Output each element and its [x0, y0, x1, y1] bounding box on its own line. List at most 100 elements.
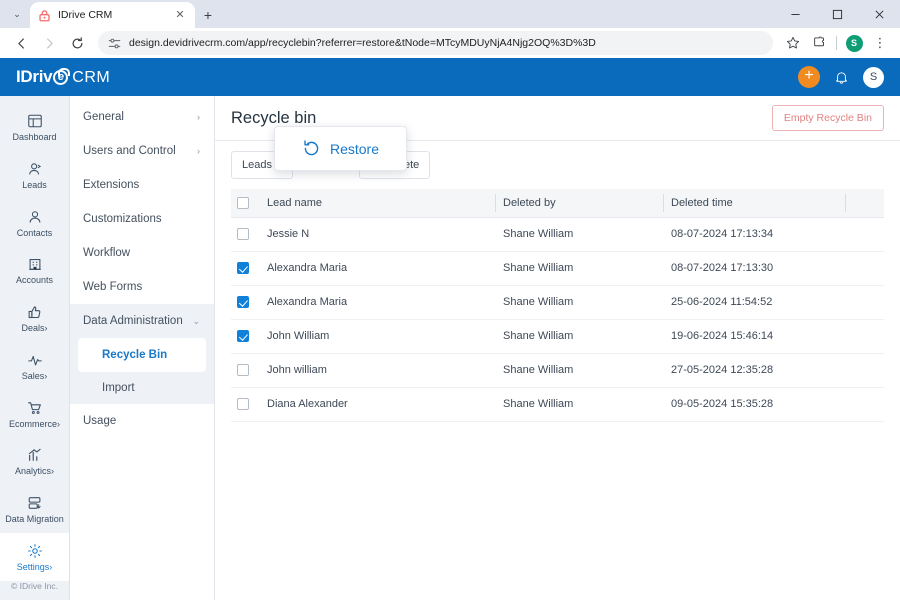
browser-profile-avatar[interactable]: S: [842, 31, 866, 55]
restore-popover[interactable]: Restore: [274, 126, 407, 171]
column-header-deleted-by[interactable]: Deleted by: [495, 189, 663, 218]
close-icon[interactable]: ✕: [173, 9, 187, 21]
browser-chrome: ⌄ IDrive CRM ✕ + design.devidrivecrm.com…: [0, 0, 900, 58]
table-header-row: Lead name Deleted by Deleted time: [231, 189, 884, 218]
subnav-label: Data Administration: [83, 315, 183, 327]
cell-deleted-time: 09-05-2024 15:35:28: [663, 387, 845, 422]
sidebar-item-sales[interactable]: Sales›: [0, 343, 69, 391]
star-icon[interactable]: [781, 31, 805, 55]
sidebar-item-settings[interactable]: Settings›: [0, 533, 69, 582]
page-title: Recycle bin: [231, 108, 317, 127]
subnav-label: Customizations: [83, 213, 162, 225]
tab-title: IDrive CRM: [58, 9, 113, 21]
subnav-item-import[interactable]: Import: [78, 372, 206, 404]
table-row[interactable]: Jessie N Shane William 08-07-2024 17:13:34: [231, 217, 884, 252]
row-checkbox[interactable]: [237, 364, 249, 377]
select-all-checkbox[interactable]: [237, 196, 249, 209]
row-checkbox[interactable]: [237, 398, 249, 411]
tab-strip: ⌄ IDrive CRM ✕ +: [0, 0, 900, 28]
sidebar-item-label: Contacts: [16, 227, 53, 238]
subnav-group-data-administration: Data Administration ⌄ Recycle Bin Import: [70, 304, 214, 404]
forward-icon[interactable]: [36, 30, 62, 56]
cell-deleted-time: 25-06-2024 11:54:52: [663, 285, 845, 320]
add-record-button[interactable]: +: [798, 66, 820, 88]
cell-deleted-time: 27-05-2024 12:35:28: [663, 353, 845, 388]
reload-icon[interactable]: [64, 30, 90, 56]
address-bar[interactable]: design.devidrivecrm.com/app/recyclebin?r…: [98, 31, 773, 55]
subnav-item-customizations[interactable]: Customizations: [70, 202, 214, 236]
logo-brand-text: IDriv: [16, 67, 53, 86]
row-select-cell: [231, 217, 259, 252]
logo-brand: IDriv e: [16, 67, 71, 87]
sidebar-item-leads[interactable]: Leads: [0, 152, 69, 200]
cell-lead-name: Alexandra Maria: [259, 251, 495, 286]
rail-footer-copyright: © IDrive Inc.: [11, 581, 58, 592]
sidebar-item-analytics[interactable]: Analytics›: [0, 438, 69, 486]
logo-product: CRM: [72, 69, 111, 86]
sidebar-item-deals[interactable]: Deals›: [0, 295, 69, 343]
app-header: IDriv e CRM + S: [0, 58, 900, 96]
table-row[interactable]: Alexandra Maria Shane William 08-07-2024 1…: [231, 251, 884, 286]
bell-icon[interactable]: [834, 70, 849, 85]
table-row[interactable]: Diana Alexander Shane William 09-05-2024 1…: [231, 387, 884, 422]
sidebar-item-label: Sales›: [21, 370, 48, 381]
browser-window: ⌄ IDrive CRM ✕ + design.devidrivecrm.com…: [0, 0, 900, 600]
recycle-bin-table: Lead name Deleted by Deleted time Jessie…: [231, 189, 884, 422]
sidebar-item-label: Leads: [22, 180, 47, 191]
table-body: Jessie N Shane William 08-07-2024 17:13:34…: [231, 217, 884, 422]
subnav-item-recycle-bin[interactable]: Recycle Bin: [78, 338, 206, 372]
user-avatar[interactable]: S: [863, 66, 884, 88]
sidebar-item-data-migration[interactable]: Data Migration: [0, 486, 69, 534]
puzzle-icon[interactable]: [807, 31, 831, 55]
cell-deleted-time: 08-07-2024 17:13:30: [663, 251, 845, 286]
tune-icon[interactable]: [108, 37, 121, 50]
row-checkbox[interactable]: [237, 330, 249, 343]
subnav-item-extensions[interactable]: Extensions: [70, 168, 214, 202]
cell-lead-name: Alexandra Maria: [259, 285, 495, 320]
browser-menu-icon[interactable]: ⋮: [868, 31, 892, 55]
subnav-item-workflow[interactable]: Workflow: [70, 236, 214, 270]
sidebar-item-label: Settings›: [16, 561, 53, 572]
row-checkbox[interactable]: [237, 296, 249, 309]
browser-tab[interactable]: IDrive CRM ✕: [30, 2, 195, 28]
column-header-deleted-time[interactable]: Deleted time: [663, 189, 845, 218]
minimize-icon[interactable]: [774, 0, 816, 28]
row-checkbox[interactable]: [237, 228, 249, 241]
subnav-label: Usage: [83, 415, 117, 427]
action-toolbar: Leads ▾ Delete: [215, 126, 900, 189]
subnav-item-general[interactable]: General ›: [70, 100, 214, 134]
sidebar-item-label: Data Migration: [5, 513, 64, 524]
sidebar-item-accounts[interactable]: Accounts: [0, 247, 69, 295]
cell-row-actions: [845, 251, 884, 286]
sidebar-item-label: Analytics›: [14, 466, 54, 477]
table-row[interactable]: John william Shane William 27-05-2024 12:3…: [231, 353, 884, 388]
tab-search-button[interactable]: ⌄: [4, 2, 30, 26]
idrive-crm-logo[interactable]: IDriv e CRM: [16, 67, 110, 87]
back-icon[interactable]: [8, 30, 34, 56]
table-row[interactable]: Alexandra Maria Shane William 25-06-2024 1…: [231, 285, 884, 320]
close-window-icon[interactable]: [858, 0, 900, 28]
column-header-lead-name[interactable]: Lead name: [259, 189, 495, 218]
subnav-label: Web Forms: [83, 281, 143, 293]
url-text: design.devidrivecrm.com/app/recyclebin?r…: [129, 37, 596, 49]
cell-deleted-time: 08-07-2024 17:13:34: [663, 217, 845, 252]
subnav-item-usage[interactable]: Usage: [70, 404, 214, 438]
subnav-item-users-and-control[interactable]: Users and Control ›: [70, 134, 214, 168]
empty-recycle-bin-button[interactable]: Empty Recycle Bin: [771, 105, 884, 131]
lock-icon: [38, 9, 51, 22]
maximize-icon[interactable]: [816, 0, 858, 28]
restore-arrow-icon: [302, 139, 321, 158]
row-checkbox[interactable]: [237, 262, 249, 275]
browser-toolbar: design.devidrivecrm.com/app/recyclebin?r…: [0, 28, 900, 58]
row-select-cell: [231, 319, 259, 354]
subnav-item-web-forms[interactable]: Web Forms: [70, 270, 214, 304]
new-tab-button[interactable]: +: [195, 3, 221, 27]
table-row[interactable]: John William Shane William 19-06-2024 15:4…: [231, 319, 884, 354]
sidebar-item-contacts[interactable]: Contacts: [0, 199, 69, 247]
row-select-cell: [231, 285, 259, 320]
sidebar-item-dashboard[interactable]: Dashboard: [0, 104, 69, 152]
sidebar-item-ecommerce[interactable]: Ecommerce›: [0, 390, 69, 438]
subnav-item-data-administration[interactable]: Data Administration ⌄: [70, 304, 214, 338]
restore-label: Restore: [329, 140, 380, 157]
cell-lead-name: John william: [259, 353, 495, 388]
